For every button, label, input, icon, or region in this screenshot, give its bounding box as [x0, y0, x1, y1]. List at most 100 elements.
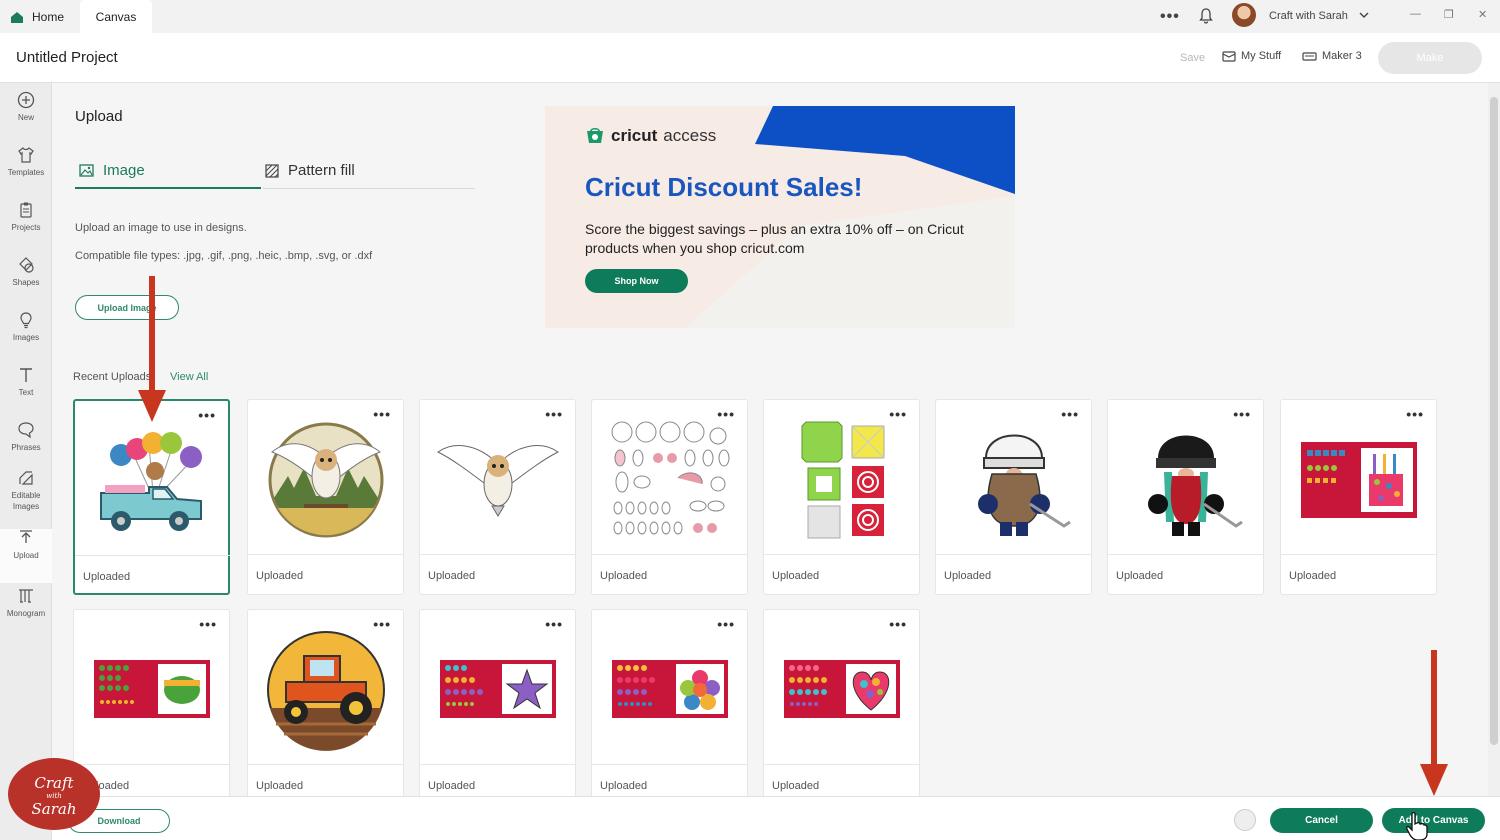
user-name[interactable]: Craft with Sarah	[1269, 10, 1348, 22]
monogram-icon	[19, 589, 33, 603]
upload-card[interactable]: ••• Uploaded	[419, 399, 576, 595]
restore-icon[interactable]: ❐	[1444, 8, 1454, 21]
rail-text-label: Text	[18, 388, 34, 397]
rail-projects-label: Projects	[11, 223, 41, 232]
tab-canvas[interactable]: Canvas	[80, 0, 152, 33]
upload-label: Uploaded	[600, 780, 648, 792]
more-options-icon[interactable]: •••	[373, 406, 391, 422]
save-button[interactable]: Save	[1180, 52, 1205, 64]
more-options-icon[interactable]: •••	[1061, 406, 1079, 422]
rail-monogram[interactable]: Monogram	[0, 587, 52, 641]
file-types-text: Compatible file types: .jpg, .gif, .png,…	[75, 250, 373, 262]
flying-owl-image	[437, 445, 559, 517]
rail-upload[interactable]: Upload	[0, 529, 52, 583]
rail-shapes-label: Shapes	[12, 278, 40, 287]
selected-image-preview	[1234, 809, 1256, 831]
bottom-action-bar: Download Cancel Add to Canvas	[52, 796, 1500, 840]
upload-thumbnail	[764, 610, 919, 765]
ad-brand-light: access	[663, 126, 717, 145]
add-to-canvas-button[interactable]: Add to Canvas	[1382, 808, 1485, 833]
more-options-icon[interactable]: •••	[1233, 406, 1251, 422]
upload-label: Uploaded	[772, 780, 820, 792]
folder-icon	[1222, 51, 1236, 62]
home-icon	[11, 11, 23, 23]
upload-thumbnail	[74, 610, 229, 765]
tab-image[interactable]: Image	[75, 153, 261, 189]
more-options-icon[interactable]: •••	[1406, 406, 1424, 422]
more-options-icon[interactable]: •••	[199, 616, 217, 632]
rail-projects[interactable]: Projects	[0, 201, 52, 255]
more-menu-icon[interactable]: •••	[1160, 8, 1180, 26]
make-button[interactable]: Make	[1378, 42, 1482, 74]
upload-card[interactable]: ••• Uploaded	[247, 609, 404, 796]
upload-card[interactable]: ••• Uploaded	[763, 609, 920, 796]
owl-circle-scene-image	[268, 422, 384, 538]
shop-now-button[interactable]: Shop Now	[585, 269, 688, 293]
logo-line-2: with	[46, 792, 62, 800]
upload-card[interactable]: ••• Uploaded	[935, 399, 1092, 595]
rail-new[interactable]: New	[0, 91, 52, 145]
annotation-arrow-down-icon	[138, 276, 166, 422]
upload-card[interactable]: ••• Uploaded	[419, 609, 576, 796]
tab-canvas-label: Canvas	[95, 9, 137, 24]
tab-image-label: Image	[103, 161, 145, 179]
cricut-access-ad[interactable]: cricut access Cricut Discount Sales! Scor…	[545, 106, 1015, 328]
more-options-icon[interactable]: •••	[717, 406, 735, 422]
rail-images[interactable]: Images	[0, 311, 52, 365]
more-options-icon[interactable]: •••	[545, 406, 563, 422]
heart-card-image	[784, 660, 900, 718]
project-title[interactable]: Untitled Project	[16, 49, 118, 66]
upload-label: Uploaded	[428, 780, 476, 792]
upload-card[interactable]: ••• Uploaded	[591, 399, 748, 595]
birthday-card-image	[1301, 442, 1417, 518]
ad-headline: Cricut Discount Sales!	[585, 172, 863, 202]
more-options-icon[interactable]: •••	[545, 616, 563, 632]
upload-card[interactable]: ••• Uploaded	[591, 609, 748, 796]
my-stuff-button[interactable]: My Stuff	[1222, 50, 1281, 62]
close-icon[interactable]: ✕	[1478, 8, 1487, 21]
rail-templates[interactable]: Templates	[0, 146, 52, 200]
rail-phrases[interactable]: Phrases	[0, 421, 52, 475]
left-toolbar: New Templates Projects Shapes Images Tex…	[0, 83, 52, 840]
upload-label: Uploaded	[1289, 570, 1337, 582]
upload-thumbnail	[1108, 400, 1263, 555]
upload-card[interactable]: ••• Uploaded	[1107, 399, 1264, 595]
notification-bell-icon[interactable]	[1198, 8, 1214, 24]
more-options-icon[interactable]: •••	[717, 616, 735, 632]
upload-card[interactable]: ••• Uploaded	[247, 399, 404, 595]
panel-scrollbar[interactable]	[1488, 83, 1500, 796]
rail-editable-images[interactable]: Editable Images	[0, 469, 52, 529]
user-avatar[interactable]	[1232, 3, 1256, 27]
pattern-icon	[265, 163, 279, 178]
view-all-link[interactable]: View All	[170, 371, 208, 383]
tab-home[interactable]: Home	[10, 0, 80, 33]
upload-card[interactable]: ••• Uploaded	[73, 399, 230, 595]
ad-subtext: Score the biggest savings – plus an extr…	[585, 221, 964, 256]
tractor-image	[267, 631, 385, 751]
rail-text[interactable]: Text	[0, 366, 52, 420]
upload-card[interactable]: ••• Uploaded	[73, 609, 230, 796]
annotation-arrow-down-icon	[1420, 650, 1448, 796]
more-options-icon[interactable]: •••	[198, 407, 216, 423]
lightbulb-icon	[20, 312, 32, 329]
upload-label: Uploaded	[944, 570, 992, 582]
upload-label: Uploaded	[256, 570, 304, 582]
machine-label: Maker 3	[1322, 50, 1362, 62]
rail-monogram-label: Monogram	[6, 609, 46, 618]
scrollbar-thumb[interactable]	[1490, 97, 1498, 745]
rail-shapes[interactable]: Shapes	[0, 256, 52, 310]
upload-card[interactable]: ••• Uploaded	[763, 399, 920, 595]
rail-images-label: Images	[12, 333, 40, 342]
tab-pattern-fill[interactable]: Pattern fill	[263, 153, 475, 189]
more-options-icon[interactable]: •••	[889, 616, 907, 632]
machine-selector[interactable]: Maker 3	[1302, 50, 1362, 62]
minimize-icon[interactable]: —	[1410, 8, 1421, 20]
my-stuff-label: My Stuff	[1241, 50, 1282, 62]
chevron-down-icon[interactable]	[1358, 9, 1370, 21]
more-options-icon[interactable]: •••	[889, 406, 907, 422]
cancel-button[interactable]: Cancel	[1270, 808, 1373, 833]
more-options-icon[interactable]: •••	[373, 616, 391, 632]
upload-card[interactable]: ••• Uploaded	[1280, 399, 1437, 595]
upload-description: Upload an image to use in designs.	[75, 222, 247, 234]
upload-thumbnail	[1281, 400, 1436, 555]
